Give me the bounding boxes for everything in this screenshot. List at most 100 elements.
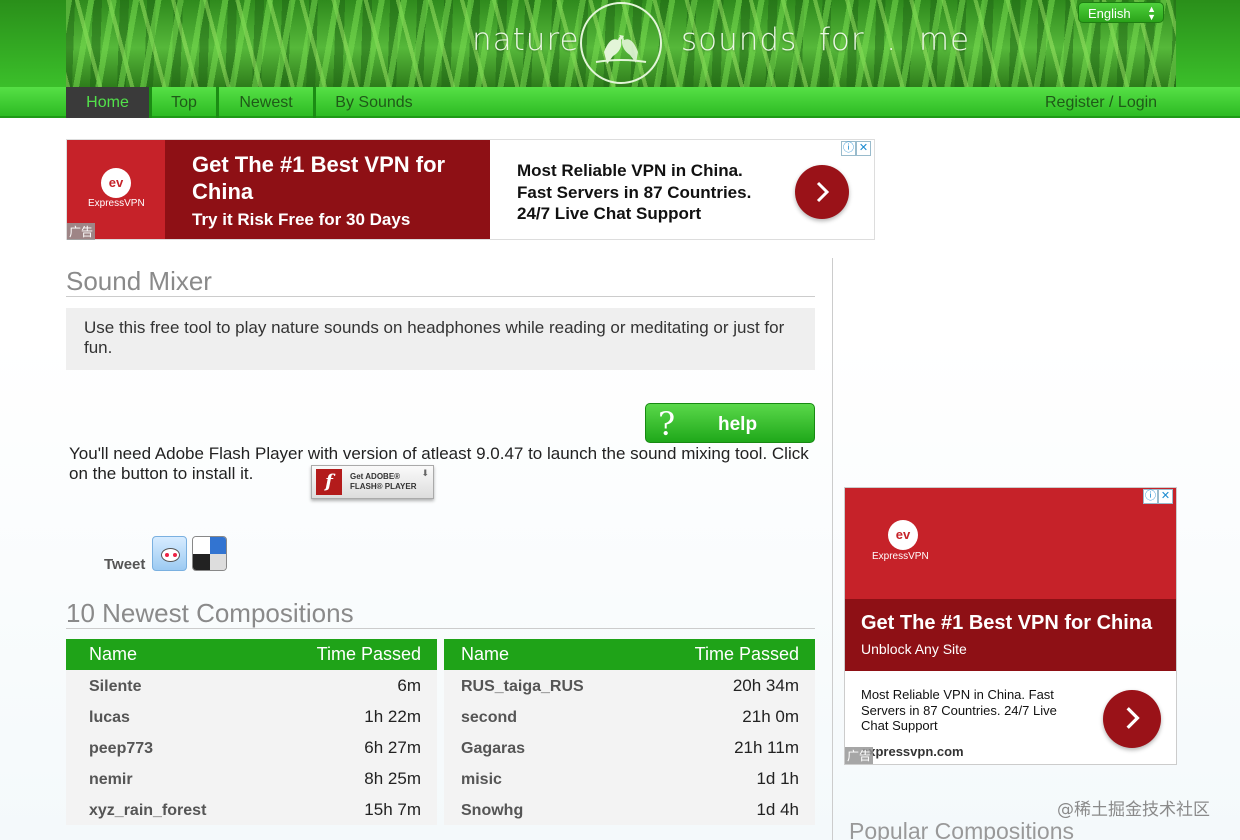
ad-body-line: Most Reliable VPN in China.: [517, 161, 743, 180]
header-banner: nature sounds for . me English ▲ ▼: [0, 0, 1240, 87]
tweet-button[interactable]: Tweet: [104, 556, 145, 573]
table-body: Silente 6m lucas 1h 22m peep773 6h 27m nemi…: [66, 670, 437, 825]
info-icon[interactable]: ⓘ: [841, 141, 856, 156]
table-row[interactable]: xyz_rain_forest 15h 7m: [66, 794, 437, 825]
language-select[interactable]: English ▲ ▼: [1078, 2, 1164, 23]
composition-name[interactable]: xyz_rain_forest: [89, 802, 206, 820]
birds-logo-icon[interactable]: [580, 2, 662, 84]
info-icon[interactable]: ⓘ: [1143, 489, 1158, 504]
ad-logo-block: ev ExpressVPN 广告: [67, 140, 165, 240]
ad-choices[interactable]: ⓘ ✕: [841, 141, 871, 156]
table-header: Name Time Passed: [444, 639, 815, 670]
reddit-eye: [165, 553, 169, 557]
language-value: English: [1088, 6, 1131, 21]
col-name-header[interactable]: Name: [89, 644, 137, 665]
col-time-header[interactable]: Time Passed: [317, 644, 421, 665]
help-button-label: help: [718, 414, 758, 435]
main-nav: Home Top Newest By Sounds Register / Log…: [0, 87, 1240, 118]
question-mark-icon: ?: [658, 405, 676, 443]
section-divider: [66, 296, 815, 297]
time-passed: 15h 7m: [364, 800, 421, 819]
section-divider: [66, 628, 815, 629]
ad-body-line: Fast Servers in 87 Countries.: [517, 182, 752, 202]
ad-subline: Try it Risk Free for 30 Days: [192, 210, 411, 229]
close-icon[interactable]: ✕: [1158, 489, 1173, 504]
ad-choices[interactable]: ⓘ ✕: [1143, 489, 1173, 504]
table-row[interactable]: Gagaras 21h 11m: [444, 732, 815, 763]
ad-arrow-button[interactable]: [1103, 690, 1161, 748]
composition-name[interactable]: Gagaras: [461, 740, 525, 758]
nav-item-by-sounds[interactable]: By Sounds: [316, 87, 432, 118]
ad-arrow-button[interactable]: [795, 165, 849, 219]
composition-name[interactable]: Snowhg: [461, 802, 523, 820]
time-passed: 1h 22m: [364, 707, 421, 726]
time-passed: 6m: [397, 676, 421, 695]
composition-name[interactable]: RUS_taiga_RUS: [461, 678, 584, 696]
table-row[interactable]: second 21h 0m: [444, 701, 815, 732]
table-row[interactable]: nemir 8h 25m: [66, 763, 437, 794]
ad-domain: expressvpn.com: [861, 744, 964, 759]
table-row[interactable]: peep773 6h 27m: [66, 732, 437, 763]
delicious-square: [193, 554, 210, 570]
watermark: @稀土掘金技术社区: [1057, 800, 1210, 820]
side-advertisement[interactable]: ev ExpressVPN Get The #1 Best VPN for Ch…: [844, 487, 1177, 765]
ad-headline: Get The #1 Best VPN for China: [192, 152, 446, 204]
delicious-share-icon[interactable]: [192, 536, 227, 571]
flash-badge-line: Get ADOBE®: [350, 472, 401, 481]
download-arrow-icon: ⬇: [421, 468, 429, 478]
col-name-header[interactable]: Name: [461, 644, 509, 665]
delicious-square: [193, 537, 210, 554]
table-row[interactable]: Snowhg 1d 4h: [444, 794, 815, 825]
nav-item-newest[interactable]: Newest: [219, 87, 313, 118]
ad-headline: Get The #1 Best VPN for China: [861, 612, 1153, 634]
get-flash-player-button[interactable]: f Get ADOBE® FLASH® PLAYER ⬇: [311, 465, 434, 499]
table-row[interactable]: Silente 6m: [66, 670, 437, 701]
composition-name[interactable]: second: [461, 709, 517, 727]
col-time-header[interactable]: Time Passed: [695, 644, 799, 665]
top-advertisement[interactable]: ev ExpressVPN 广告 Get The #1 Best VPN for…: [66, 139, 875, 240]
table-row[interactable]: misic 1d 1h: [444, 763, 815, 794]
ad-brand-name: ExpressVPN: [872, 551, 929, 562]
ad-brand-name: ExpressVPN: [88, 198, 145, 209]
reddit-share-icon[interactable]: [152, 536, 187, 571]
composition-name[interactable]: peep773: [89, 740, 153, 758]
time-passed: 1d 4h: [756, 800, 799, 819]
nav-item-top[interactable]: Top: [152, 87, 216, 118]
delicious-square: [210, 537, 226, 554]
help-button[interactable]: ? help: [645, 403, 815, 443]
column-divider: [832, 258, 833, 840]
newest-compositions-title: 10 Newest Compositions: [66, 598, 354, 628]
select-arrows-icon: ▲ ▼: [1147, 4, 1156, 22]
close-icon[interactable]: ✕: [856, 141, 871, 156]
ad-label: 广告: [845, 747, 874, 764]
delicious-square: [210, 554, 226, 570]
brand-text-sounds-for-me: sounds for . me: [681, 22, 971, 58]
composition-name[interactable]: Silente: [89, 678, 141, 696]
sound-mixer-intro: Use this free tool to play nature sounds…: [66, 308, 815, 370]
time-passed: 8h 25m: [364, 769, 421, 788]
ad-headline-block: [845, 599, 1176, 671]
brand-text-nature: nature: [472, 22, 580, 58]
flash-logo-icon: f: [316, 469, 342, 495]
expressvpn-logo-icon: ev: [888, 520, 918, 550]
flash-badge-text: Get ADOBE® FLASH® PLAYER: [350, 472, 417, 492]
composition-name[interactable]: lucas: [89, 709, 130, 727]
table-row[interactable]: lucas 1h 22m: [66, 701, 437, 732]
composition-name[interactable]: misic: [461, 771, 502, 789]
ad-body-line: 24/7 Live Chat Support: [517, 204, 702, 223]
expressvpn-logo-icon: ev: [101, 168, 131, 198]
time-passed: 20h 34m: [732, 676, 799, 695]
popular-compositions-title: Popular Compositions: [849, 818, 1075, 840]
time-passed: 1d 1h: [756, 769, 799, 788]
register-login-link[interactable]: Register / Login: [1045, 94, 1157, 112]
time-passed: 21h 11m: [734, 738, 799, 757]
composition-name[interactable]: nemir: [89, 771, 133, 789]
table-row[interactable]: RUS_taiga_RUS 20h 34m: [444, 670, 815, 701]
table-body: RUS_taiga_RUS 20h 34m second 21h 0m Gagara…: [444, 670, 815, 825]
ad-subline: Unblock Any Site: [861, 641, 967, 657]
flash-badge-line: FLASH® PLAYER: [350, 482, 417, 491]
newest-table-left: Name Time Passed Silente 6m lucas 1h 22m p…: [66, 639, 437, 825]
time-passed: 21h 0m: [742, 707, 799, 726]
table-header: Name Time Passed: [66, 639, 437, 670]
nav-item-home[interactable]: Home: [66, 87, 149, 118]
